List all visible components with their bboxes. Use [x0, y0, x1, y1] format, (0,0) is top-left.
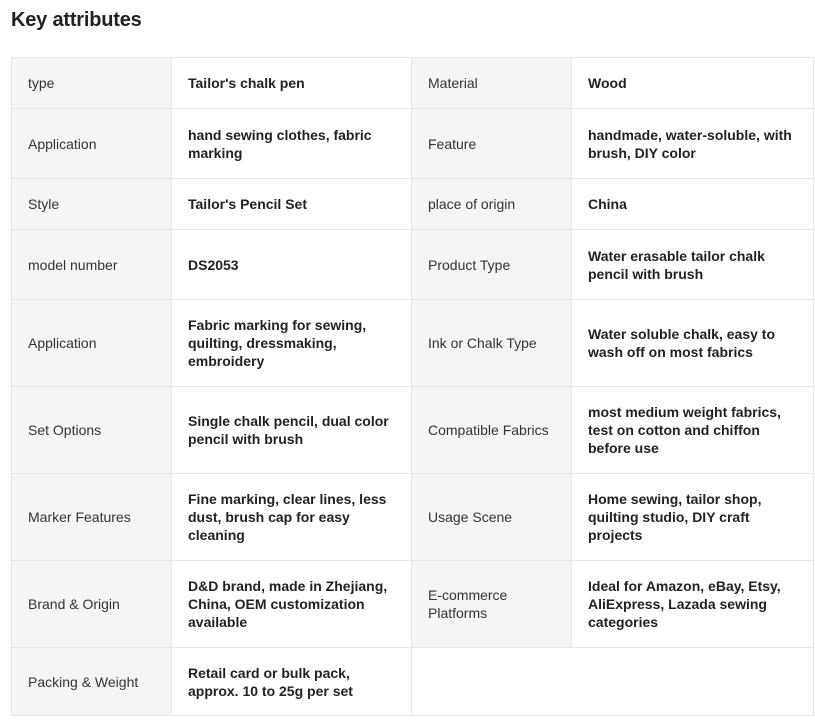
attribute-name: Feature [411, 108, 572, 179]
attribute-name: Ink or Chalk Type [411, 299, 572, 387]
attribute-name: Brand & Origin [11, 560, 172, 648]
table-row: type Tailor's chalk pen Material Wood [11, 57, 814, 109]
attribute-value: Home sewing, tailor shop, quilting studi… [571, 473, 814, 561]
attribute-name: Usage Scene [411, 473, 572, 561]
attribute-value: Ideal for Amazon, eBay, Etsy, AliExpress… [571, 560, 814, 648]
attribute-name: Product Type [411, 229, 572, 300]
attribute-value: handmade, water-soluble, with brush, DIY… [571, 108, 814, 179]
attribute-name: Application [11, 299, 172, 387]
table-row: model number DS2053 Product Type Water eras… [11, 229, 814, 300]
empty-cell [411, 647, 814, 716]
attribute-name: Style [11, 178, 172, 230]
attribute-name: Material [411, 57, 572, 109]
attribute-value: DS2053 [171, 229, 412, 300]
attribute-name: Set Options [11, 386, 172, 474]
attribute-value: most medium weight fabrics, test on cott… [571, 386, 814, 474]
attribute-name: type [11, 57, 172, 109]
attribute-value: Tailor's chalk pen [171, 57, 412, 109]
attribute-name: model number [11, 229, 172, 300]
table-row: Application hand sewing clothes, fabric m… [11, 108, 814, 179]
table-row: Brand & Origin D&D brand, made in Zhejian… [11, 560, 814, 648]
attribute-value: D&D brand, made in Zhejiang, China, OEM … [171, 560, 412, 648]
section-title: Key attributes [11, 9, 142, 31]
table-row: Set Options Single chalk pencil, dual col… [11, 386, 814, 474]
attribute-name: Packing & Weight [11, 647, 172, 716]
key-attributes-table: type Tailor's chalk pen Material Wood Applic… [11, 57, 814, 716]
table-row: Application Fabric marking for sewing, qu… [11, 299, 814, 387]
attribute-value: Retail card or bulk pack, approx. 10 to … [171, 647, 412, 716]
attribute-value: hand sewing clothes, fabric marking [171, 108, 412, 179]
table-row: Style Tailor's Pencil Set place of origin C… [11, 178, 814, 230]
attribute-value: China [571, 178, 814, 230]
attribute-value: Water soluble chalk, easy to wash off on… [571, 299, 814, 387]
table-row: Packing & Weight Retail card or bulk pack… [11, 647, 814, 716]
table-row: Marker Features Fine marking, clear lines… [11, 473, 814, 561]
attribute-name: Application [11, 108, 172, 179]
attribute-value: Fabric marking for sewing, quilting, dre… [171, 299, 412, 387]
attribute-name: Compatible Fabrics [411, 386, 572, 474]
attribute-value: Single chalk pencil, dual color pencil w… [171, 386, 412, 474]
attribute-name: E-commerce Platforms [411, 560, 572, 648]
attribute-value: Water erasable tailor chalk pencil with … [571, 229, 814, 300]
attribute-name: Marker Features [11, 473, 172, 561]
attribute-value: Wood [571, 57, 814, 109]
attribute-name: place of origin [411, 178, 572, 230]
attribute-value: Fine marking, clear lines, less dust, br… [171, 473, 412, 561]
attribute-value: Tailor's Pencil Set [171, 178, 412, 230]
